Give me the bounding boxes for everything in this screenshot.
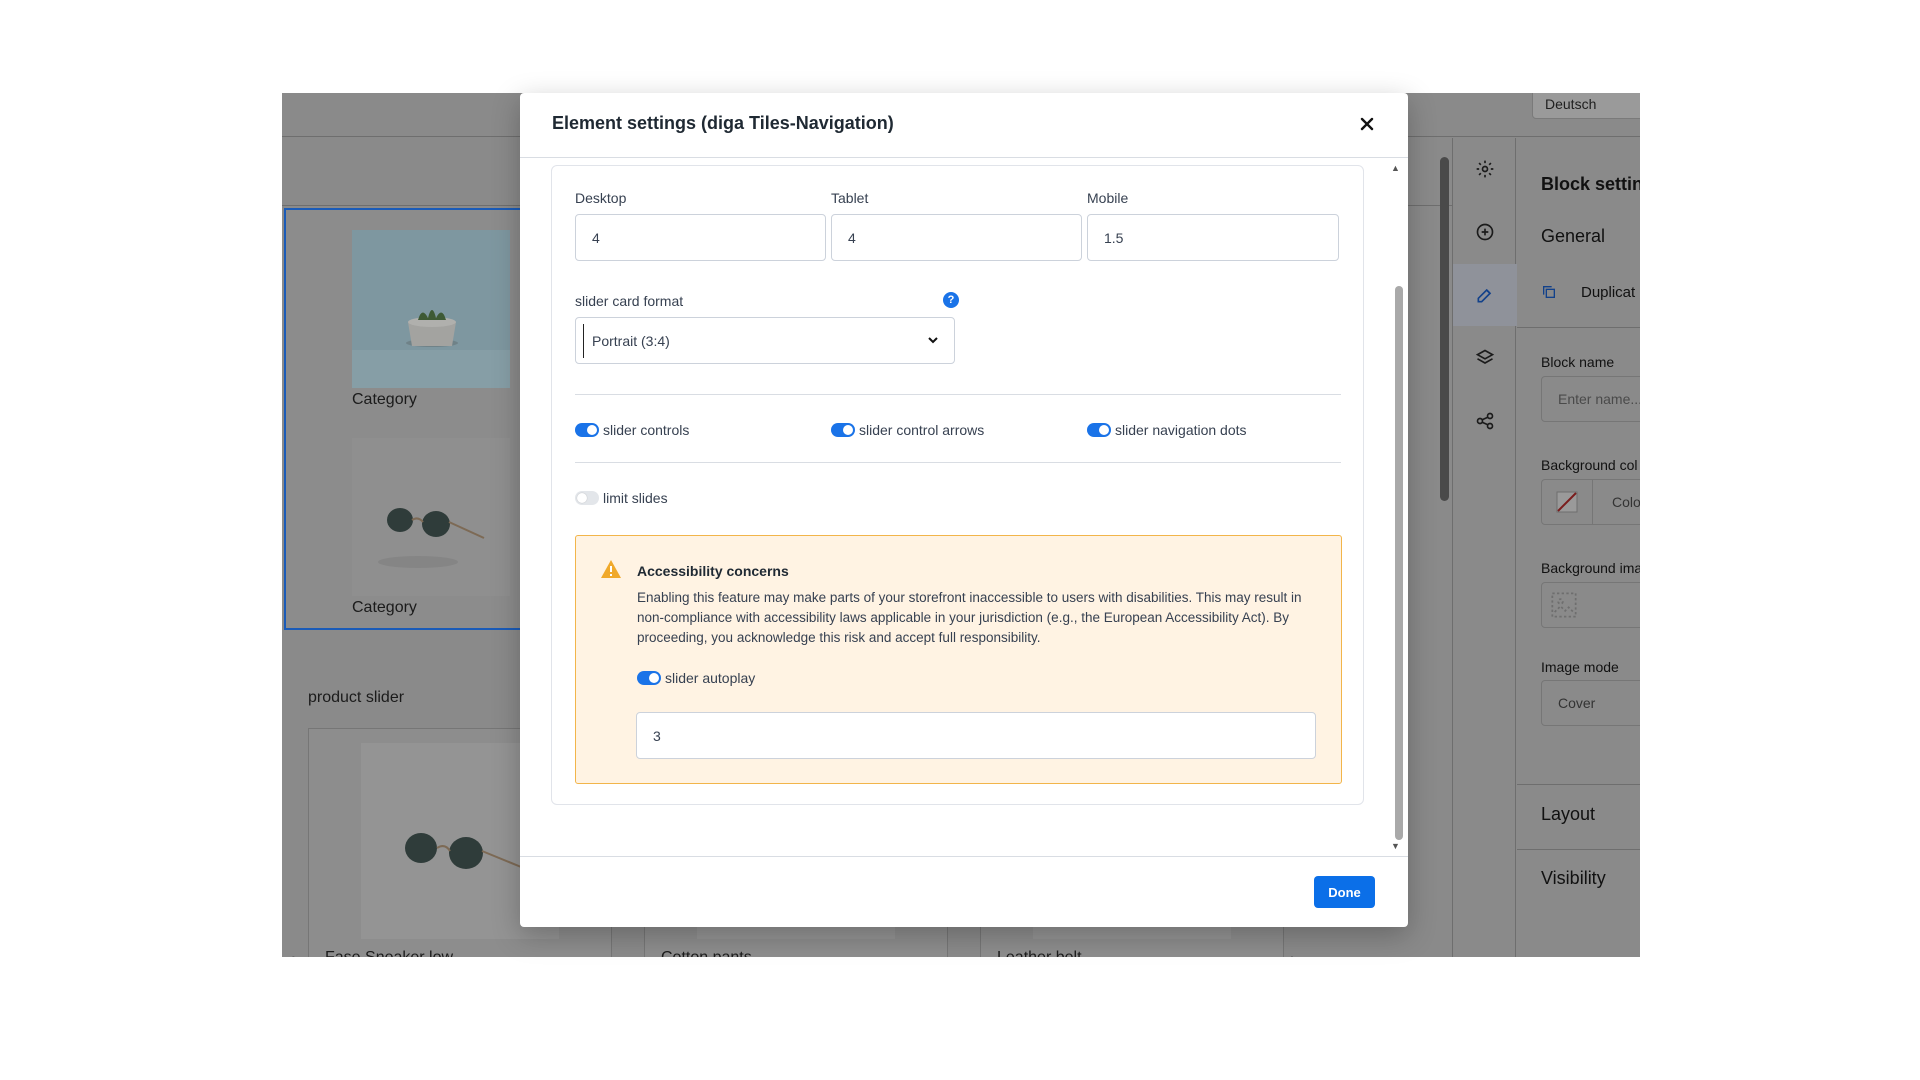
scroll-up-arrow-icon[interactable]: ▲ bbox=[1391, 163, 1400, 173]
language-select[interactable]: Deutsch bbox=[1532, 93, 1640, 119]
product-name: Fase Sneaker low bbox=[325, 949, 453, 957]
edit-icon bbox=[1477, 288, 1492, 303]
background-color-label: Background col bbox=[1541, 457, 1638, 473]
product-name: Leather belt bbox=[997, 949, 1082, 957]
slider-next-arrow-icon[interactable]: › bbox=[1290, 947, 1297, 957]
canvas-scroll-thumb[interactable] bbox=[1440, 157, 1449, 501]
plus-circle-icon bbox=[1476, 223, 1494, 241]
mobile-columns-input[interactable]: 1.5 bbox=[1087, 214, 1339, 261]
edit-rail-button[interactable] bbox=[1453, 264, 1517, 326]
text-cursor bbox=[583, 324, 584, 358]
scroll-down-arrow-icon[interactable]: ▼ bbox=[1391, 841, 1400, 851]
background-image-picker[interactable] bbox=[1541, 582, 1640, 628]
image-placeholder-icon bbox=[1551, 592, 1577, 618]
autoplay-interval-input[interactable]: 3 bbox=[636, 712, 1316, 759]
close-icon bbox=[1360, 117, 1374, 131]
settings-card: Desktop 4 Tablet 4 Mobile 1.5 slider car… bbox=[551, 165, 1364, 805]
block-settings-panel: Block settin General Duplicat Block name… bbox=[1517, 138, 1640, 957]
element-settings-modal: Element settings (diga Tiles-Navigation)… bbox=[520, 93, 1408, 927]
image-mode-label: Image mode bbox=[1541, 659, 1619, 675]
general-section[interactable]: General bbox=[1541, 226, 1605, 247]
category-tile[interactable]: Category bbox=[352, 438, 510, 617]
tile-label: Category bbox=[352, 391, 417, 408]
card-format-select[interactable]: Portrait (3:4) bbox=[575, 317, 955, 364]
category-tile[interactable]: Category bbox=[352, 230, 510, 409]
share-rail-button[interactable] bbox=[1453, 390, 1517, 452]
gear-icon bbox=[1476, 160, 1494, 178]
duplicate-icon bbox=[1543, 286, 1555, 298]
close-button[interactable] bbox=[1352, 109, 1382, 139]
help-icon[interactable]: ? bbox=[943, 292, 959, 308]
warning-icon bbox=[601, 560, 621, 578]
tiles-navigation-block[interactable]: Category Category bbox=[284, 208, 534, 630]
desktop-columns-input[interactable]: 4 bbox=[575, 214, 826, 261]
block-name-label: Block name bbox=[1541, 354, 1615, 370]
slider-prev-arrow-icon[interactable]: ‹ bbox=[288, 947, 295, 957]
done-button[interactable]: Done bbox=[1314, 876, 1375, 908]
warning-text: Enabling this feature may make parts of … bbox=[637, 590, 1302, 645]
divider bbox=[575, 462, 1341, 463]
add-rail-button[interactable] bbox=[1453, 201, 1517, 263]
chevron-down-icon bbox=[928, 337, 938, 344]
tile-label: Category bbox=[352, 599, 417, 616]
color-swatch[interactable] bbox=[1541, 479, 1593, 525]
tablet-columns-input[interactable]: 4 bbox=[831, 214, 1082, 261]
slider-control-arrows-toggle[interactable] bbox=[831, 423, 855, 437]
slider-navigation-dots-toggle[interactable] bbox=[1087, 423, 1111, 437]
slider-controls-label: slider controls bbox=[603, 422, 690, 438]
slider-autoplay-toggle[interactable] bbox=[637, 671, 661, 685]
image-mode-select[interactable]: Cover bbox=[1541, 680, 1640, 726]
layout-section[interactable]: Layout bbox=[1541, 804, 1595, 825]
divider bbox=[1517, 849, 1640, 850]
divider bbox=[1517, 327, 1640, 328]
icon-rail bbox=[1452, 138, 1517, 957]
modal-scroll-thumb[interactable] bbox=[1395, 286, 1403, 840]
slider-controls-toggle[interactable] bbox=[575, 423, 599, 437]
product-slider-label: product slider bbox=[308, 689, 405, 706]
desktop-label: Desktop bbox=[575, 190, 627, 206]
layers-rail-button[interactable] bbox=[1453, 327, 1517, 389]
background-image-label: Background ima bbox=[1541, 560, 1640, 576]
card-format-value: Portrait (3:4) bbox=[592, 333, 670, 349]
limit-slides-toggle[interactable] bbox=[575, 491, 599, 505]
block-name-input[interactable]: Enter name... bbox=[1541, 376, 1640, 422]
slider-navigation-dots-label: slider navigation dots bbox=[1115, 422, 1247, 438]
modal-title: Element settings (diga Tiles-Navigation) bbox=[552, 113, 894, 133]
tablet-label: Tablet bbox=[831, 190, 869, 206]
product-name: Cotton pants bbox=[661, 949, 752, 957]
share-icon bbox=[1476, 412, 1494, 430]
slider-control-arrows-label: slider control arrows bbox=[859, 422, 985, 438]
duplicate-button[interactable]: Duplicat bbox=[1581, 284, 1635, 301]
tile-image bbox=[352, 230, 510, 388]
visibility-section[interactable]: Visibility bbox=[1541, 868, 1606, 889]
layers-icon bbox=[1475, 349, 1495, 364]
modal-header: Element settings (diga Tiles-Navigation) bbox=[520, 93, 1408, 158]
warning-title: Accessibility concerns bbox=[637, 563, 789, 579]
divider bbox=[575, 394, 1341, 395]
mobile-label: Mobile bbox=[1087, 190, 1129, 206]
limit-slides-label: limit slides bbox=[603, 490, 668, 506]
no-color-icon bbox=[1556, 491, 1577, 513]
card-format-label: slider card format bbox=[575, 293, 684, 309]
modal-footer: Done bbox=[520, 856, 1408, 927]
tile-image bbox=[352, 438, 510, 596]
accessibility-warning: Accessibility concerns Enabling this fea… bbox=[575, 535, 1342, 784]
settings-rail-button[interactable] bbox=[1453, 138, 1517, 200]
slider-autoplay-label: slider autoplay bbox=[665, 670, 756, 686]
divider bbox=[1517, 784, 1640, 785]
block-settings-title: Block settin bbox=[1541, 174, 1640, 194]
modal-body: ▲ ▼ Desktop 4 Tablet 4 Mobile 1.5 slider… bbox=[520, 159, 1408, 855]
